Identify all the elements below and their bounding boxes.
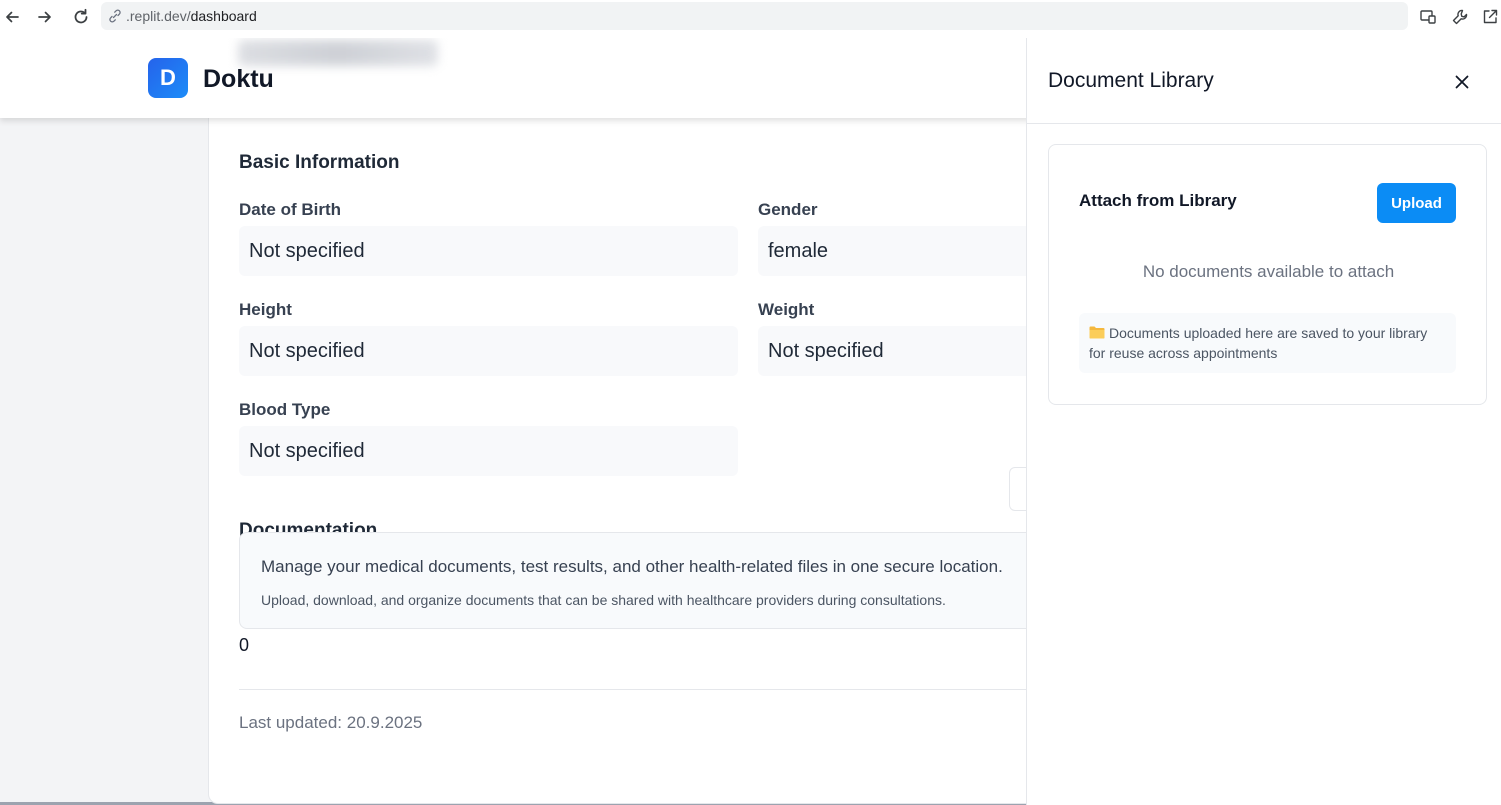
address-bar[interactable]: .replit.dev/dashboard <box>101 2 1408 30</box>
documentation-info-box: Manage your medical documents, test resu… <box>239 532 1069 629</box>
drawer-title: Document Library <box>1048 69 1214 92</box>
document-count: 0 <box>239 635 250 655</box>
library-note-text: Documents uploaded here are saved to you… <box>1089 325 1428 361</box>
reload-icon[interactable] <box>69 5 93 29</box>
document-library-drawer: Document Library Attach from Library Upl… <box>1026 38 1501 805</box>
open-external-icon[interactable] <box>1479 6 1501 28</box>
forward-arrow-icon[interactable] <box>33 5 57 29</box>
page: Basic Information Date of Birth Not spec… <box>0 38 1501 805</box>
folder-icon <box>1089 324 1105 339</box>
field-label-gender: Gender <box>758 200 818 219</box>
documentation-description: Manage your medical documents, test resu… <box>261 557 1003 576</box>
field-label-weight: Weight <box>758 300 815 319</box>
section-title-basic-info: Basic Information <box>239 152 400 173</box>
url-host: .replit.dev/ <box>126 8 191 24</box>
back-arrow-icon[interactable] <box>0 5 24 29</box>
close-icon[interactable] <box>1451 71 1473 93</box>
library-note: Documents uploaded here are saved to you… <box>1079 313 1456 373</box>
empty-state-message: No documents available to attach <box>1142 262 1395 281</box>
field-value-weight: Not specified <box>758 326 1058 376</box>
brand-logo[interactable]: D <box>148 58 188 98</box>
field-value-dob: Not specified <box>239 226 738 276</box>
field-value-blood-type: Not specified <box>239 426 738 476</box>
browser-toolbar: .replit.dev/dashboard <box>0 0 1501 38</box>
blurred-heading <box>238 40 438 66</box>
link-icon <box>107 8 123 24</box>
last-updated: Last updated: 20.9.2025 <box>239 713 423 732</box>
health-profile-card: Basic Information Date of Birth Not spec… <box>208 78 1069 804</box>
cast-icon[interactable] <box>1417 6 1439 28</box>
drawer-divider <box>1027 123 1501 124</box>
documentation-subtext: Upload, download, and organize documents… <box>261 592 946 608</box>
attach-library-card: Attach from Library Upload No documents … <box>1048 144 1487 405</box>
brand-name[interactable]: Doktu <box>203 65 274 94</box>
attach-library-title: Attach from Library <box>1079 191 1237 210</box>
field-label-dob: Date of Birth <box>239 200 341 219</box>
field-value-gender: female <box>758 226 1058 276</box>
field-label-height: Height <box>239 300 292 319</box>
upload-button[interactable]: Upload <box>1377 183 1456 223</box>
field-value-height: Not specified <box>239 326 738 376</box>
wrench-icon[interactable] <box>1449 6 1471 28</box>
card-divider <box>239 689 1069 690</box>
url-path: dashboard <box>190 8 257 24</box>
field-label-blood-type: Blood Type <box>239 400 331 419</box>
